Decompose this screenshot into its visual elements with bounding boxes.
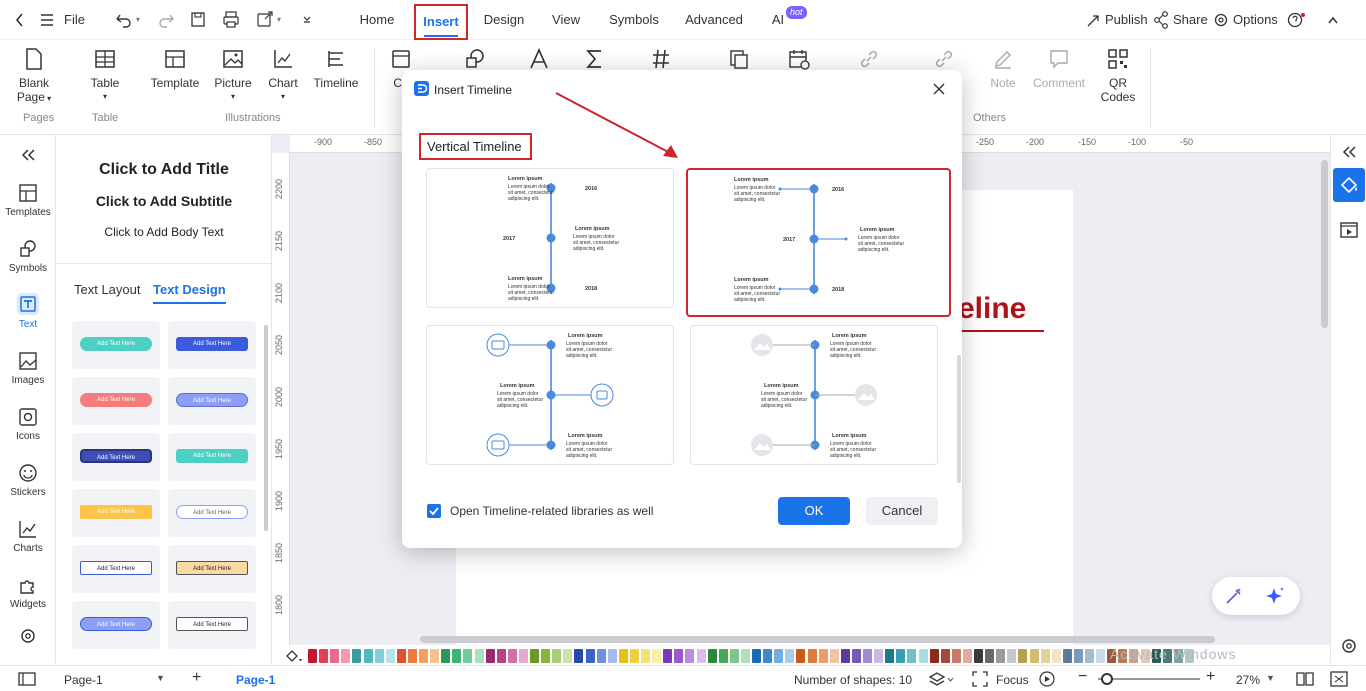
cancel-button[interactable]: Cancel: [866, 497, 938, 525]
dialog-title: Insert Timeline: [434, 83, 513, 97]
open-libraries-label[interactable]: Open Timeline-related libraries as well: [450, 504, 653, 518]
svg-text:Lorem ipsum: Lorem ipsum: [568, 433, 603, 439]
svg-text:adipiscing elit.: adipiscing elit.: [734, 197, 765, 203]
annotation-arrow: [555, 92, 678, 158]
svg-text:adipiscing elit.: adipiscing elit.: [497, 403, 528, 409]
timeline-template-card-selected[interactable]: Lorem ipsum Lorem ipsum dolor sit amet, co…: [686, 168, 951, 317]
svg-text:2017: 2017: [783, 237, 795, 243]
timeline-preview: Lorem ipsumLorem ipsum dolorsit amet, co…: [751, 333, 877, 459]
svg-text:adipiscing elit.: adipiscing elit.: [734, 297, 765, 303]
svg-text:Lorem ipsum: Lorem ipsum: [575, 226, 610, 232]
svg-text:adipiscing elit.: adipiscing elit.: [508, 296, 539, 302]
svg-text:Lorem ipsum: Lorem ipsum: [764, 383, 799, 389]
timeline-template-card[interactable]: Lorem ipsum Lorem ipsum dolor sit amet, co…: [690, 325, 938, 465]
svg-text:Lorem ipsum: Lorem ipsum: [508, 176, 543, 182]
svg-text:Lorem ipsum: Lorem ipsum: [860, 227, 895, 233]
svg-text:adipiscing elit.: adipiscing elit.: [830, 453, 861, 459]
svg-text:adipiscing elit.: adipiscing elit.: [830, 353, 861, 359]
close-icon[interactable]: [932, 82, 946, 96]
timeline-template-card[interactable]: Lorem ipsum Lorem ipsum dolor sit amet, co…: [426, 325, 674, 465]
svg-text:adipiscing elit.: adipiscing elit.: [858, 247, 889, 253]
svg-text:Lorem ipsum: Lorem ipsum: [500, 383, 535, 389]
app-logo-icon: [414, 81, 429, 96]
dialog-layer: Insert Timeline Vertical Timeline Lorem …: [0, 0, 1366, 691]
svg-text:Lorem ipsum: Lorem ipsum: [832, 433, 867, 439]
svg-text:Lorem ipsum: Lorem ipsum: [734, 277, 769, 283]
svg-text:Lorem ipsum: Lorem ipsum: [568, 333, 603, 339]
ok-button[interactable]: OK: [778, 497, 850, 525]
timeline-template-card[interactable]: Lorem ipsum Lorem ipsum dolor sit amet, co…: [426, 168, 674, 308]
svg-text:2018: 2018: [585, 286, 597, 292]
svg-text:2016: 2016: [832, 187, 844, 193]
section-label-vertical-timeline: Vertical Timeline: [419, 133, 532, 160]
open-libraries-checkbox[interactable]: [427, 504, 441, 518]
dialog-scrollbar[interactable]: [957, 355, 961, 483]
svg-text:2017: 2017: [503, 236, 515, 242]
timeline-preview: Lorem ipsumLorem ipsum dolorsit amet, co…: [734, 177, 904, 303]
timeline-preview: Lorem ipsumLorem ipsum dolorsit amet, co…: [486, 333, 614, 459]
svg-text:2018: 2018: [832, 287, 844, 293]
svg-text:adipiscing elit.: adipiscing elit.: [566, 453, 597, 459]
svg-text:Lorem ipsum: Lorem ipsum: [832, 333, 867, 339]
svg-text:Lorem ipsum: Lorem ipsum: [734, 177, 769, 183]
timeline-preview: Lorem ipsumLorem ipsum dolorsit amet, co…: [503, 176, 619, 302]
svg-text:adipiscing elit.: adipiscing elit.: [761, 403, 792, 409]
svg-text:adipiscing elit.: adipiscing elit.: [508, 196, 539, 202]
svg-text:2016: 2016: [585, 186, 597, 192]
svg-text:Lorem ipsum: Lorem ipsum: [508, 276, 543, 282]
svg-text:adipiscing elit.: adipiscing elit.: [573, 246, 604, 252]
svg-text:adipiscing elit.: adipiscing elit.: [566, 353, 597, 359]
